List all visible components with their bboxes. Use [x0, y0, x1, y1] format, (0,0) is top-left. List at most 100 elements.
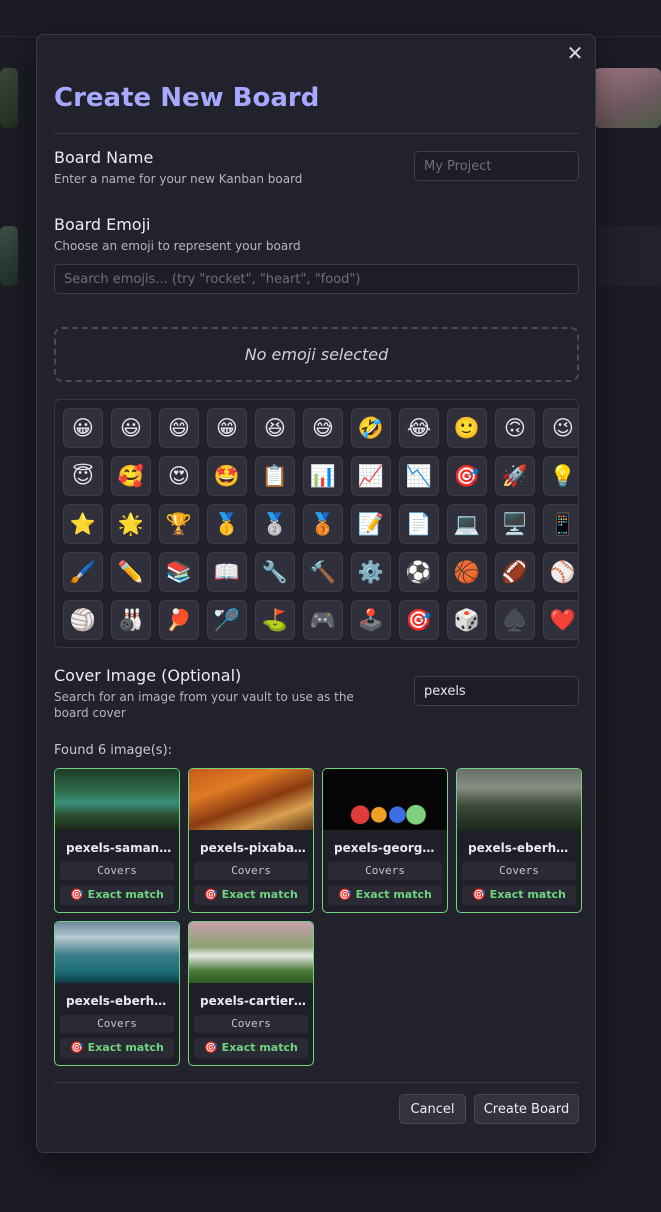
- emoji-option[interactable]: 😀: [63, 408, 103, 448]
- emoji-option[interactable]: 📋: [255, 456, 295, 496]
- emoji-option[interactable]: 📈: [351, 456, 391, 496]
- emoji-option[interactable]: 💡: [543, 456, 578, 496]
- emoji-option[interactable]: 😁: [207, 408, 247, 448]
- cancel-button[interactable]: Cancel: [399, 1094, 466, 1124]
- emoji-option[interactable]: 🥰: [111, 456, 151, 496]
- emoji-option[interactable]: 😇: [63, 456, 103, 496]
- emoji-option[interactable]: 😉: [543, 408, 578, 448]
- image-result-card[interactable]: pexels-george-... Covers 🎯 Exact match: [322, 768, 448, 913]
- image-result-card[interactable]: pexels-eberhar... Covers 🎯 Exact match: [54, 921, 180, 1066]
- backdrop-card-cover: [0, 226, 18, 286]
- emoji-option[interactable]: 🏓: [159, 600, 199, 640]
- cover-image-description: Search for an image from your vault to u…: [54, 690, 354, 720]
- image-thumbnail: [55, 922, 179, 983]
- emoji-option[interactable]: ⚙️: [351, 552, 391, 592]
- cover-image-label: Cover Image (Optional): [54, 666, 242, 685]
- emoji-option[interactable]: ♠️: [495, 600, 535, 640]
- image-thumbnail: [323, 769, 447, 830]
- emoji-option[interactable]: 🚀: [495, 456, 535, 496]
- match-badge: 🎯 Exact match: [194, 885, 308, 905]
- emoji-option[interactable]: 🎯: [399, 600, 439, 640]
- emoji-option[interactable]: 🏈: [495, 552, 535, 592]
- board-name-label: Board Name: [54, 148, 154, 167]
- emoji-option[interactable]: 🙂: [447, 408, 487, 448]
- image-thumbnail: [457, 769, 581, 830]
- image-filename: pexels-pixabay...: [200, 841, 308, 855]
- image-thumbnail: [189, 922, 313, 983]
- emoji-option[interactable]: 💻: [447, 504, 487, 544]
- emoji-option[interactable]: 🎲: [447, 600, 487, 640]
- image-result-card[interactable]: pexels-eberhar... Covers 🎯 Exact match: [456, 768, 582, 913]
- match-badge: 🎯 Exact match: [462, 885, 576, 905]
- emoji-option[interactable]: 🔧: [255, 552, 295, 592]
- emoji-option[interactable]: 😂: [399, 408, 439, 448]
- emoji-option[interactable]: 🎳: [111, 600, 151, 640]
- image-folder-badge: Covers: [462, 862, 576, 880]
- emoji-option[interactable]: 📝: [351, 504, 391, 544]
- emoji-picker-grid[interactable]: 😀 😃 😄 😁 😆 😅 🤣 😂 🙂 🙃 😉 😇 🥰 😍 🤩 📋 📊 📈 📉 🎯 🚀 💡 ⭐ 🌟 🏆 🥇 🥈 🥉 📝 📄 💻 🖥️ 📱 🖌️ ✏️ 📚 📖…: [54, 399, 579, 648]
- match-badge: 🎯 Exact match: [194, 1038, 308, 1058]
- image-results-count: Found 6 image(s):: [54, 743, 173, 758]
- image-filename: pexels-eberhar...: [66, 994, 174, 1008]
- emoji-option[interactable]: 🔨: [303, 552, 343, 592]
- emoji-option[interactable]: 📉: [399, 456, 439, 496]
- image-folder-badge: Covers: [60, 1015, 174, 1033]
- image-filename: pexels-cartier-1...: [200, 994, 308, 1008]
- emoji-option[interactable]: 🏆: [159, 504, 199, 544]
- emoji-option[interactable]: 🥇: [207, 504, 247, 544]
- emoji-option[interactable]: ⚾: [543, 552, 578, 592]
- emoji-option[interactable]: 📊: [303, 456, 343, 496]
- image-result-card[interactable]: pexels-samand... Covers 🎯 Exact match: [54, 768, 180, 913]
- board-name-input[interactable]: [414, 151, 579, 181]
- image-thumbnail: [189, 769, 313, 830]
- emoji-option[interactable]: 📱: [543, 504, 578, 544]
- emoji-option[interactable]: 🙃: [495, 408, 535, 448]
- footer-divider: [54, 1082, 579, 1083]
- image-folder-badge: Covers: [194, 862, 308, 880]
- image-thumbnail: [55, 769, 179, 830]
- match-badge: 🎯 Exact match: [60, 885, 174, 905]
- emoji-option[interactable]: 😅: [303, 408, 343, 448]
- emoji-option[interactable]: 🥉: [303, 504, 343, 544]
- image-filename: pexels-eberhar...: [468, 841, 576, 855]
- emoji-option[interactable]: 🤩: [207, 456, 247, 496]
- close-icon[interactable]: ✕: [565, 43, 585, 63]
- image-filename: pexels-samand...: [66, 841, 174, 855]
- emoji-option[interactable]: 🎮: [303, 600, 343, 640]
- emoji-option[interactable]: ⛳: [255, 600, 295, 640]
- emoji-option[interactable]: 🕹️: [351, 600, 391, 640]
- emoji-option[interactable]: 🏸: [207, 600, 247, 640]
- emoji-option[interactable]: ⚽: [399, 552, 439, 592]
- emoji-option[interactable]: 📄: [399, 504, 439, 544]
- emoji-option[interactable]: 📖: [207, 552, 247, 592]
- emoji-option[interactable]: 😍: [159, 456, 199, 496]
- emoji-option[interactable]: 🎯: [447, 456, 487, 496]
- emoji-option[interactable]: 🌟: [111, 504, 151, 544]
- emoji-option[interactable]: 📚: [159, 552, 199, 592]
- emoji-option[interactable]: 😆: [255, 408, 295, 448]
- emoji-option[interactable]: 😄: [159, 408, 199, 448]
- match-badge: 🎯 Exact match: [60, 1038, 174, 1058]
- title-divider: [54, 133, 579, 134]
- emoji-option[interactable]: 🏀: [447, 552, 487, 592]
- image-folder-badge: Covers: [194, 1015, 308, 1033]
- emoji-option[interactable]: 🏐: [63, 600, 103, 640]
- cover-image-search-input[interactable]: [414, 676, 579, 706]
- board-emoji-description: Choose an emoji to represent your board: [54, 239, 301, 253]
- emoji-search-input[interactable]: [54, 264, 579, 294]
- emoji-option[interactable]: ⭐: [63, 504, 103, 544]
- emoji-option[interactable]: 🖌️: [63, 552, 103, 592]
- emoji-option[interactable]: 🤣: [351, 408, 391, 448]
- create-board-button[interactable]: Create Board: [474, 1094, 579, 1124]
- selected-emoji-display: No emoji selected: [54, 327, 579, 382]
- image-folder-badge: Covers: [328, 862, 442, 880]
- emoji-option[interactable]: 🖥️: [495, 504, 535, 544]
- emoji-option[interactable]: 🥈: [255, 504, 295, 544]
- emoji-option[interactable]: ❤️: [543, 600, 578, 640]
- match-badge: 🎯 Exact match: [328, 885, 442, 905]
- image-result-card[interactable]: pexels-cartier-1... Covers 🎯 Exact match: [188, 921, 314, 1066]
- emoji-option[interactable]: ✏️: [111, 552, 151, 592]
- image-folder-badge: Covers: [60, 862, 174, 880]
- image-result-card[interactable]: pexels-pixabay... Covers 🎯 Exact match: [188, 768, 314, 913]
- emoji-option[interactable]: 😃: [111, 408, 151, 448]
